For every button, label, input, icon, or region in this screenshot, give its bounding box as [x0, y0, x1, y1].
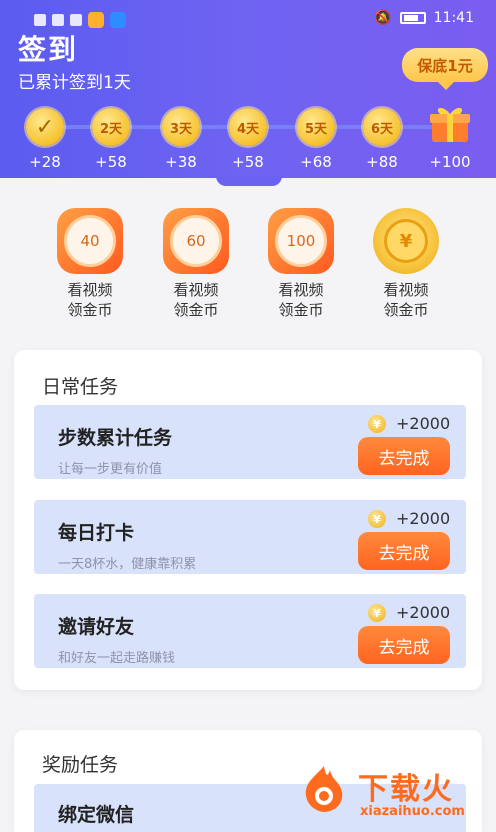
mute-icon: 🔕: [374, 10, 392, 26]
task-description: 一天8杯水，健康靠积累: [58, 557, 197, 572]
coin-symbol: ¥: [384, 219, 428, 263]
signin-day-2[interactable]: 2天: [92, 108, 130, 146]
wifi-icon: [70, 14, 82, 26]
video-reward-ring: 40: [57, 208, 123, 274]
video-label-line1: 看视频: [278, 281, 324, 299]
status-icons-left: [34, 12, 126, 28]
signin-reward: +88: [366, 153, 398, 171]
clock: 11:41: [433, 10, 474, 26]
task-points: +2000: [396, 509, 451, 528]
status-icons-right: 🔕 11:41: [374, 10, 474, 26]
task-row[interactable]: 邀请好友 和好友一起走路赚钱 ¥ +2000 去完成: [34, 594, 466, 668]
video-label-line2: 领金币: [383, 301, 429, 319]
daily-tasks-card: 日常任务 步数累计任务 让每一步更有价值 ¥ +2000 去完成 每日打卡 一天…: [14, 350, 482, 690]
signin-reward: +68: [300, 153, 332, 171]
signin-reward: +100: [429, 153, 471, 171]
daily-tasks-title: 日常任务: [42, 376, 119, 398]
signin-header: 🔕 11:41 签到 已累计签到1天 保底1元 ✓ 2天 3天 4天 5天 6天…: [0, 0, 496, 178]
guarantee-badge[interactable]: 保底1元: [402, 48, 488, 90]
task-row[interactable]: 每日打卡 一天8杯水，健康靠积累 ¥ +2000 去完成: [34, 500, 466, 574]
coin-icon: ¥: [368, 415, 386, 433]
watermark-text: 下载火: [358, 772, 454, 807]
video-label-line2: 领金币: [278, 301, 324, 319]
signin-reward: +28: [29, 153, 61, 171]
task-points: +2000: [396, 603, 451, 622]
go-complete-button[interactable]: 去完成: [358, 626, 450, 664]
page-title: 签到: [18, 33, 79, 66]
video-reward-60[interactable]: 60 看视频 领金币: [151, 208, 241, 320]
gift-icon[interactable]: [428, 102, 472, 146]
signin-reward: +58: [232, 153, 264, 171]
video-label-line1: 看视频: [67, 281, 113, 299]
video-label-line1: 看视频: [173, 281, 219, 299]
video-reward-value: 40: [64, 215, 116, 267]
hd-icon: [34, 14, 46, 26]
gold-coin-icon: ¥: [373, 208, 439, 274]
task-name: 邀请好友: [58, 616, 135, 638]
go-complete-button[interactable]: 去完成: [358, 532, 450, 570]
video-reward-label: 看视频 领金币: [256, 280, 346, 320]
coin-icon: ¥: [368, 604, 386, 622]
flame-logo-icon: [305, 766, 343, 812]
video-reward-value: 100: [275, 215, 327, 267]
video-reward-100[interactable]: 100 看视频 领金币: [256, 208, 346, 320]
coin-icon: ¥: [368, 510, 386, 528]
header-notch: [216, 176, 282, 186]
task-row[interactable]: 步数累计任务 让每一步更有价值 ¥ +2000 去完成: [34, 405, 466, 479]
video-reward-coin[interactable]: ¥ 看视频 领金币: [361, 208, 451, 320]
app-notification-icon: [88, 12, 104, 28]
task-description: 和好友一起走路赚钱: [58, 651, 176, 666]
signin-day-4[interactable]: 4天: [229, 108, 267, 146]
signin-day-6[interactable]: 6天: [363, 108, 401, 146]
task-name: 步数累计任务: [58, 427, 173, 449]
video-reward-40[interactable]: 40 看视频 领金币: [45, 208, 135, 320]
signin-reward: +38: [165, 153, 197, 171]
battery-icon: [399, 12, 426, 24]
signin-day-5[interactable]: 5天: [297, 108, 335, 146]
video-label-line1: 看视频: [383, 281, 429, 299]
video-reward-label: 看视频 领金币: [45, 280, 135, 320]
video-label-line2: 领金币: [67, 301, 113, 319]
video-reward-value: 60: [170, 215, 222, 267]
signal-icon: [52, 14, 64, 26]
go-complete-button[interactable]: 去完成: [358, 437, 450, 475]
video-reward-label: 看视频 领金币: [151, 280, 241, 320]
signin-streak-text: 已累计签到1天: [18, 73, 131, 93]
watermark-url: xiazaihuo.com: [360, 804, 465, 819]
task-name: 绑定微信: [58, 804, 135, 826]
video-reward-label: 看视频 领金币: [361, 280, 451, 320]
site-watermark: 下载火 xiazaihuo.com: [298, 760, 488, 826]
video-reward-ring: 60: [163, 208, 229, 274]
video-reward-ring: 100: [268, 208, 334, 274]
task-description: 让每一步更有价值: [58, 462, 163, 477]
signin-day-3[interactable]: 3天: [162, 108, 200, 146]
signin-reward: +58: [95, 153, 127, 171]
task-name: 每日打卡: [58, 522, 135, 544]
task-points: +2000: [396, 414, 451, 433]
reward-tasks-title: 奖励任务: [42, 754, 119, 776]
app-notification-icon: [110, 12, 126, 28]
signin-day-1[interactable]: ✓: [26, 108, 64, 146]
video-label-line2: 领金币: [173, 301, 219, 319]
